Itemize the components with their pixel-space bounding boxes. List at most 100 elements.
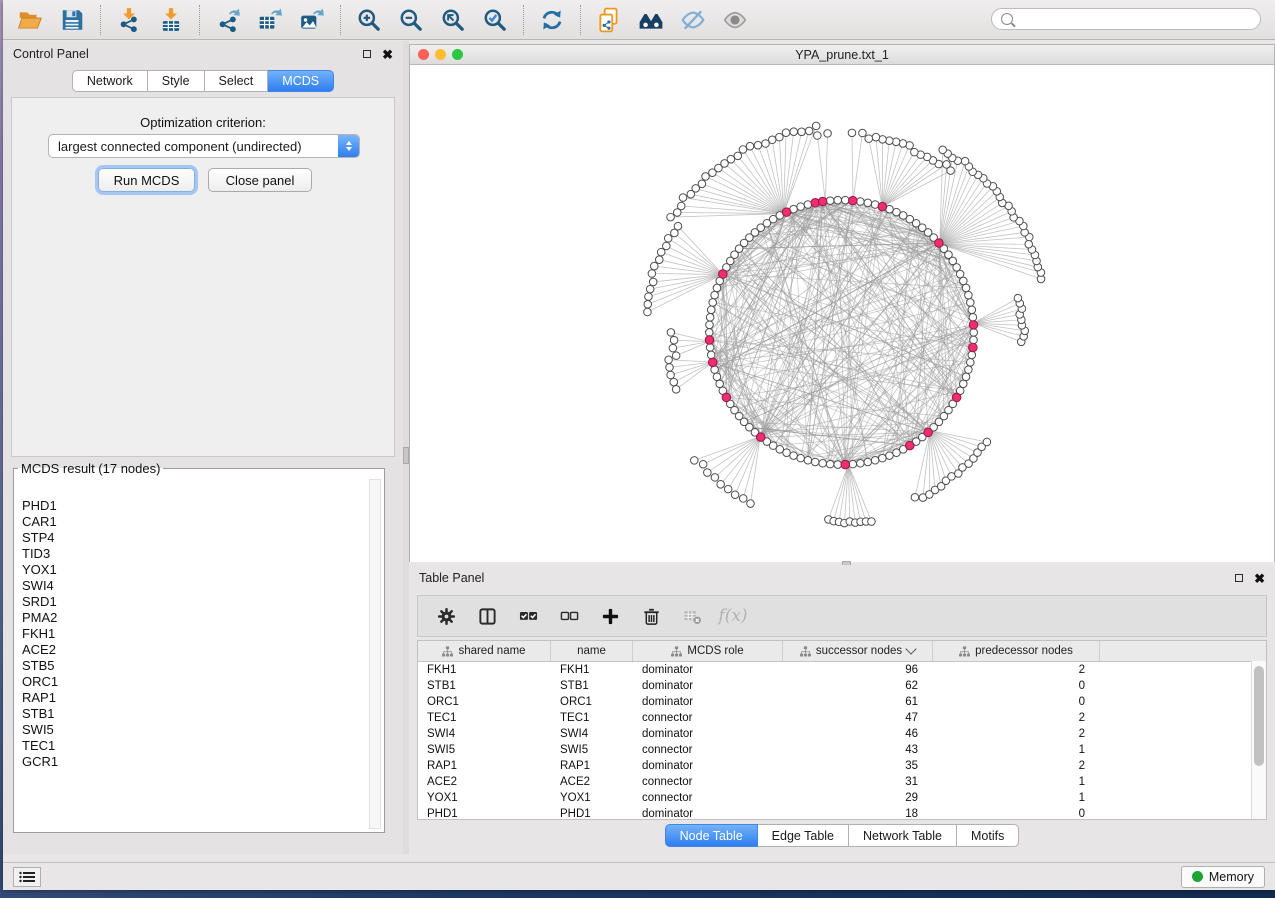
leaf-node[interactable] <box>746 142 754 150</box>
leaf-node[interactable] <box>711 474 719 482</box>
mcds-hub-node[interactable] <box>849 196 858 205</box>
tab-motifs[interactable]: Motifs <box>957 824 1019 847</box>
task-history-button[interactable] <box>13 867 41 887</box>
table-row[interactable]: ACE2ACE2connector311 <box>418 774 1266 790</box>
mcds-hub-node[interactable] <box>818 197 827 206</box>
ring-node[interactable] <box>962 373 970 381</box>
leaf-node[interactable] <box>731 491 739 499</box>
leaf-node[interactable] <box>812 122 820 130</box>
table-row[interactable]: TEC1TEC1connector472 <box>418 710 1266 726</box>
table-row[interactable]: YOX1YOX1connector291 <box>418 790 1266 806</box>
zoom-selected-button[interactable] <box>474 3 516 37</box>
leaf-node[interactable] <box>798 128 806 136</box>
tab-select[interactable]: Select <box>205 70 269 92</box>
network-graph[interactable] <box>410 65 1274 562</box>
column-header-name[interactable]: name <box>551 641 633 661</box>
leaf-node[interactable] <box>667 371 675 379</box>
ring-node[interactable] <box>965 366 973 374</box>
ring-node[interactable] <box>811 458 819 466</box>
leaf-node[interactable] <box>664 235 672 243</box>
mcds-result-item[interactable]: SWI5 <box>22 722 366 738</box>
ring-node[interactable] <box>713 284 721 292</box>
leaf-node[interactable] <box>646 285 654 293</box>
mcds-hub-node[interactable] <box>924 428 933 437</box>
export-network-button[interactable] <box>207 3 249 37</box>
leaf-node[interactable] <box>657 248 665 256</box>
leaf-node[interactable] <box>859 129 867 137</box>
export-image-button[interactable] <box>291 3 333 37</box>
leaf-node[interactable] <box>699 460 707 468</box>
leaf-node[interactable] <box>671 229 679 237</box>
table-row[interactable]: SWI4SWI4dominator462 <box>418 726 1266 742</box>
ring-node[interactable] <box>849 460 857 468</box>
memory-button[interactable]: Memory <box>1181 866 1265 888</box>
ring-node[interactable] <box>706 344 714 352</box>
mcds-hub-node[interactable] <box>878 202 887 211</box>
mcds-result-item[interactable]: STB5 <box>22 658 366 674</box>
tab-style[interactable]: Style <box>148 70 205 92</box>
ring-node[interactable] <box>842 196 850 204</box>
window-close-button[interactable] <box>418 49 429 60</box>
leaf-node[interactable] <box>868 518 876 526</box>
ring-node[interactable] <box>970 336 978 344</box>
leaf-node[interactable] <box>790 128 798 136</box>
save-button[interactable] <box>51 3 93 37</box>
ring-node[interactable] <box>871 457 879 465</box>
ring-node[interactable] <box>707 306 715 314</box>
ring-node[interactable] <box>970 329 978 337</box>
ring-node[interactable] <box>713 373 721 381</box>
leaf-node[interactable] <box>670 378 678 386</box>
table-panel-close-button[interactable]: ✖ <box>1254 572 1265 585</box>
ring-node[interactable] <box>965 291 973 299</box>
ring-node[interactable] <box>960 380 968 388</box>
leaf-node[interactable] <box>782 129 790 137</box>
ring-node[interactable] <box>706 321 714 329</box>
mcds-hub-node[interactable] <box>935 239 944 248</box>
copy-network-button[interactable] <box>588 3 630 37</box>
ring-node[interactable] <box>857 198 865 206</box>
control-panel-float-button[interactable] <box>363 50 371 58</box>
ring-node[interactable] <box>790 452 798 460</box>
column-header-shared-name[interactable]: shared name <box>418 641 551 661</box>
leaf-node[interactable] <box>1014 294 1022 302</box>
leaf-node[interactable] <box>886 137 894 145</box>
select-all-button[interactable] <box>516 604 540 628</box>
ring-node[interactable] <box>709 299 717 307</box>
refresh-button[interactable] <box>531 3 573 37</box>
leaf-node[interactable] <box>687 190 695 198</box>
ring-node[interactable] <box>705 329 713 337</box>
search-network-button[interactable] <box>630 3 672 37</box>
ring-node[interactable] <box>864 199 872 207</box>
zoom-in-button[interactable] <box>348 3 390 37</box>
leaf-node[interactable] <box>673 209 681 217</box>
mcds-result-item[interactable]: TID3 <box>22 546 366 562</box>
mcds-result-item[interactable]: YOX1 <box>22 562 366 578</box>
ring-node[interactable] <box>968 351 976 359</box>
mcds-result-scrollbar[interactable] <box>369 479 381 829</box>
column-header-successor-nodes[interactable]: successor nodes <box>783 641 933 661</box>
ring-node[interactable] <box>797 203 805 211</box>
mcds-hub-node[interactable] <box>708 358 717 367</box>
window-minimize-button[interactable] <box>435 49 446 60</box>
leaf-node[interactable] <box>872 133 880 141</box>
settings-button[interactable] <box>434 604 458 628</box>
leaf-node[interactable] <box>669 344 677 352</box>
mcds-hub-node[interactable] <box>722 393 731 402</box>
leaf-node[interactable] <box>824 130 832 138</box>
mcds-result-item[interactable]: SRD1 <box>22 594 366 610</box>
deselect-all-button[interactable] <box>557 604 581 628</box>
search-input[interactable] <box>1019 11 1251 27</box>
ring-node[interactable] <box>893 208 901 216</box>
table-row[interactable]: PHD1PHD1dominator180 <box>418 806 1266 820</box>
ring-node[interactable] <box>826 460 834 468</box>
leaf-node[interactable] <box>1025 240 1033 248</box>
leaf-node[interactable] <box>939 146 947 154</box>
ring-node[interactable] <box>707 351 715 359</box>
ring-node[interactable] <box>967 299 975 307</box>
leaf-node[interactable] <box>665 356 673 364</box>
leaf-node[interactable] <box>814 132 822 140</box>
ring-node[interactable] <box>834 196 842 204</box>
ring-node[interactable] <box>797 454 805 462</box>
ring-node[interactable] <box>864 458 872 466</box>
mcds-hub-node[interactable] <box>906 441 915 450</box>
